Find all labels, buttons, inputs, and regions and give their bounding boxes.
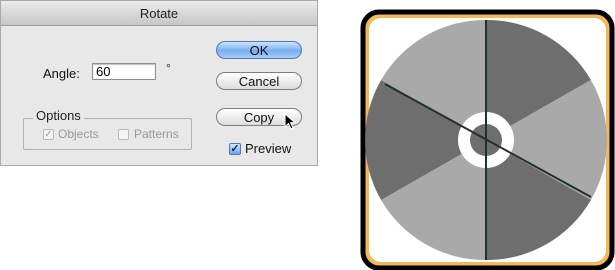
patterns-checkbox[interactable] (118, 129, 129, 140)
ok-button[interactable]: OK (216, 41, 302, 59)
options-label: Options (33, 108, 84, 123)
rotated-disc-artwork (360, 9, 615, 270)
patterns-label: Patterns (134, 127, 179, 141)
arrow-cursor-icon (284, 113, 297, 130)
angle-input[interactable] (92, 63, 156, 80)
objects-label: Objects (58, 127, 99, 141)
objects-checkbox[interactable]: ✓ (43, 129, 54, 140)
angle-label: Angle: (43, 66, 80, 81)
degree-symbol: ° (166, 61, 171, 75)
cancel-button[interactable]: Cancel (216, 72, 302, 90)
rotate-dialog: Rotate Angle: ° Options ✓ Objects Patter… (0, 0, 318, 166)
preview-label: Preview (245, 141, 292, 156)
preview-checkbox[interactable]: ✓ (229, 143, 241, 155)
dialog-title: Rotate (1, 1, 317, 26)
